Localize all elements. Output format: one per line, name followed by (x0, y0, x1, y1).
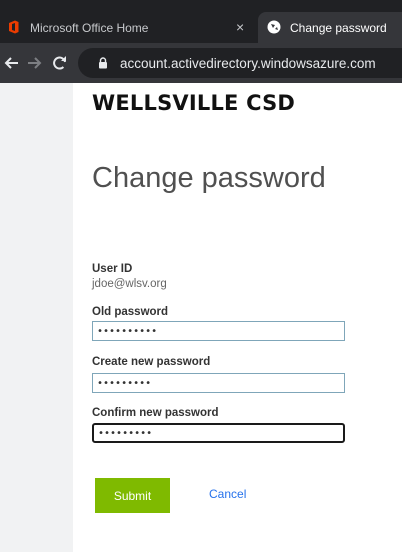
browser-tab-strip: Microsoft Office Home × Change password (0, 0, 402, 43)
address-bar[interactable]: account.activedirectory.windowsazure.com (78, 48, 402, 78)
browser-toolbar: account.activedirectory.windowsazure.com (0, 43, 402, 83)
lock-icon (99, 57, 107, 69)
new-password-label: Create new password (92, 356, 211, 368)
tab-close-icon[interactable]: × (236, 19, 244, 35)
tab-change-password[interactable]: Change password (258, 12, 402, 43)
new-password-field[interactable] (92, 373, 345, 393)
change-password-page: WELLSVILLE CSD Change password User ID j… (73, 83, 402, 552)
confirm-password-label: Confirm new password (92, 407, 219, 419)
userid-value: jdoe@wlsv.org (92, 278, 167, 290)
page-title: Change password (92, 162, 326, 194)
arrow-left-icon[interactable] (2, 53, 22, 73)
confirm-password-field[interactable] (92, 423, 345, 443)
organization-logo: WELLSVILLE CSD (92, 91, 296, 115)
cancel-link[interactable]: Cancel (209, 487, 246, 501)
submit-button[interactable]: Submit (95, 478, 170, 513)
arrow-right-icon[interactable] (24, 53, 44, 73)
globe-icon (267, 20, 281, 34)
tab-office-home[interactable]: Microsoft Office Home × (0, 12, 258, 43)
userid-label: User ID (92, 263, 133, 275)
office-logo-icon (9, 20, 19, 34)
reload-icon[interactable] (50, 53, 70, 73)
old-password-label: Old password (92, 306, 169, 318)
address-text: account.activedirectory.windowsazure.com (120, 55, 376, 71)
tab-office-title: Microsoft Office Home (30, 20, 149, 35)
tab-change-password-title: Change password (290, 20, 387, 35)
old-password-field[interactable] (92, 321, 345, 341)
